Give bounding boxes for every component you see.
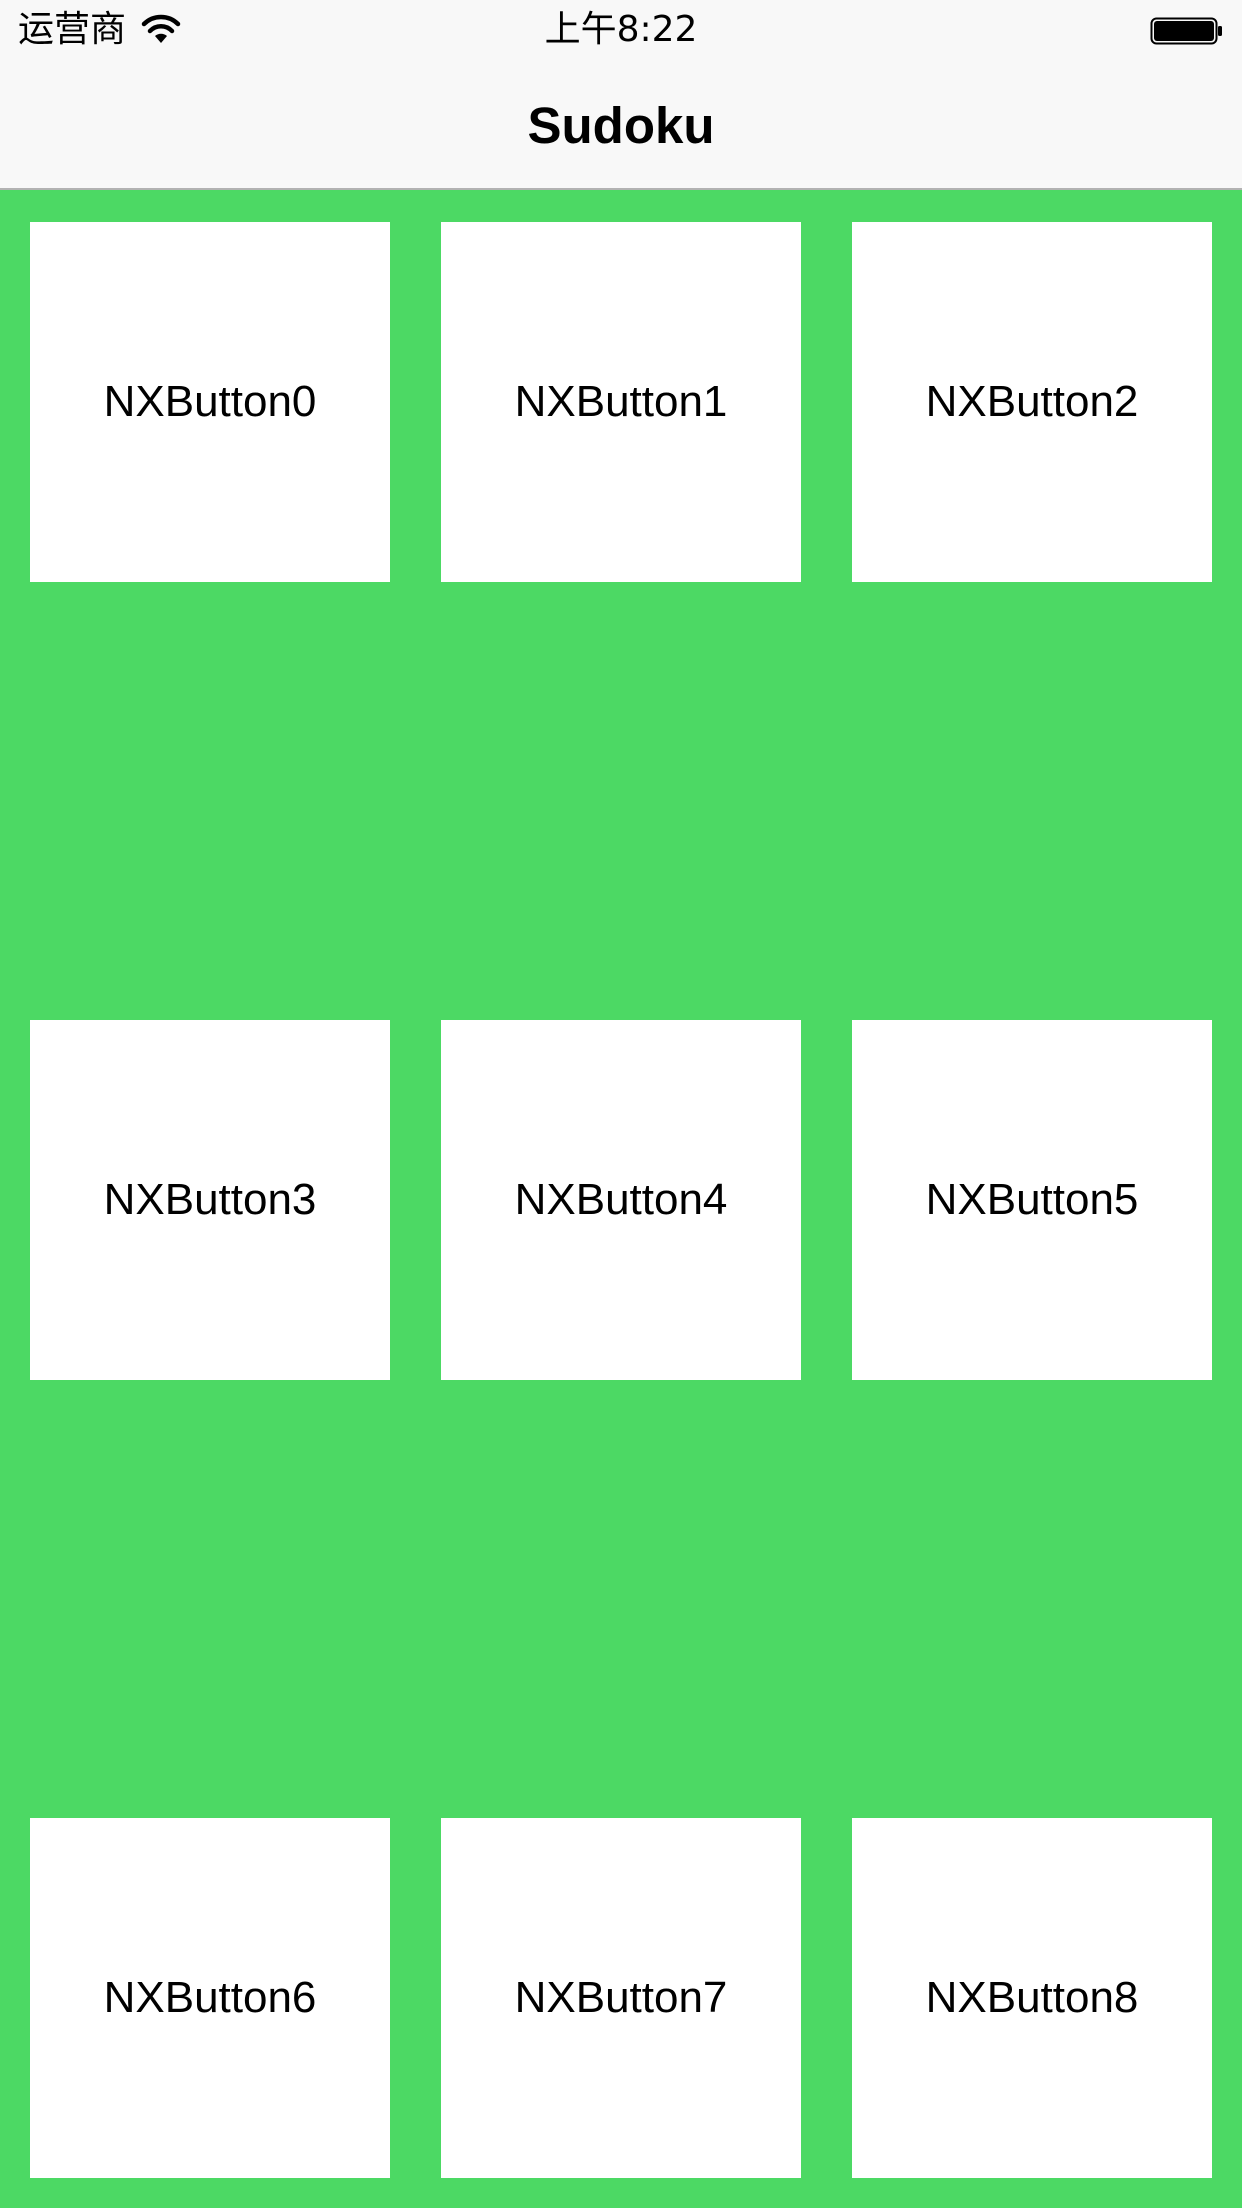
battery-icon bbox=[1150, 14, 1224, 48]
nx-button-0[interactable]: NXButton0 bbox=[30, 222, 390, 582]
navigation-bar: Sudoku bbox=[0, 60, 1242, 190]
nx-button-8[interactable]: NXButton8 bbox=[852, 1818, 1212, 2178]
nx-button-6[interactable]: NXButton6 bbox=[30, 1818, 390, 2178]
page-title: Sudoku bbox=[527, 97, 715, 154]
nx-button-7[interactable]: NXButton7 bbox=[441, 1818, 801, 2178]
nx-button-1[interactable]: NXButton1 bbox=[441, 222, 801, 582]
status-time: 上午8:22 bbox=[544, 9, 698, 50]
nx-button-2[interactable]: NXButton2 bbox=[852, 222, 1212, 582]
status-bar: 运营商 上午8:22 bbox=[0, 0, 1242, 60]
nx-button-3[interactable]: NXButton3 bbox=[30, 1020, 390, 1380]
nx-button-4[interactable]: NXButton4 bbox=[441, 1020, 801, 1380]
nx-button-5[interactable]: NXButton5 bbox=[852, 1020, 1212, 1380]
